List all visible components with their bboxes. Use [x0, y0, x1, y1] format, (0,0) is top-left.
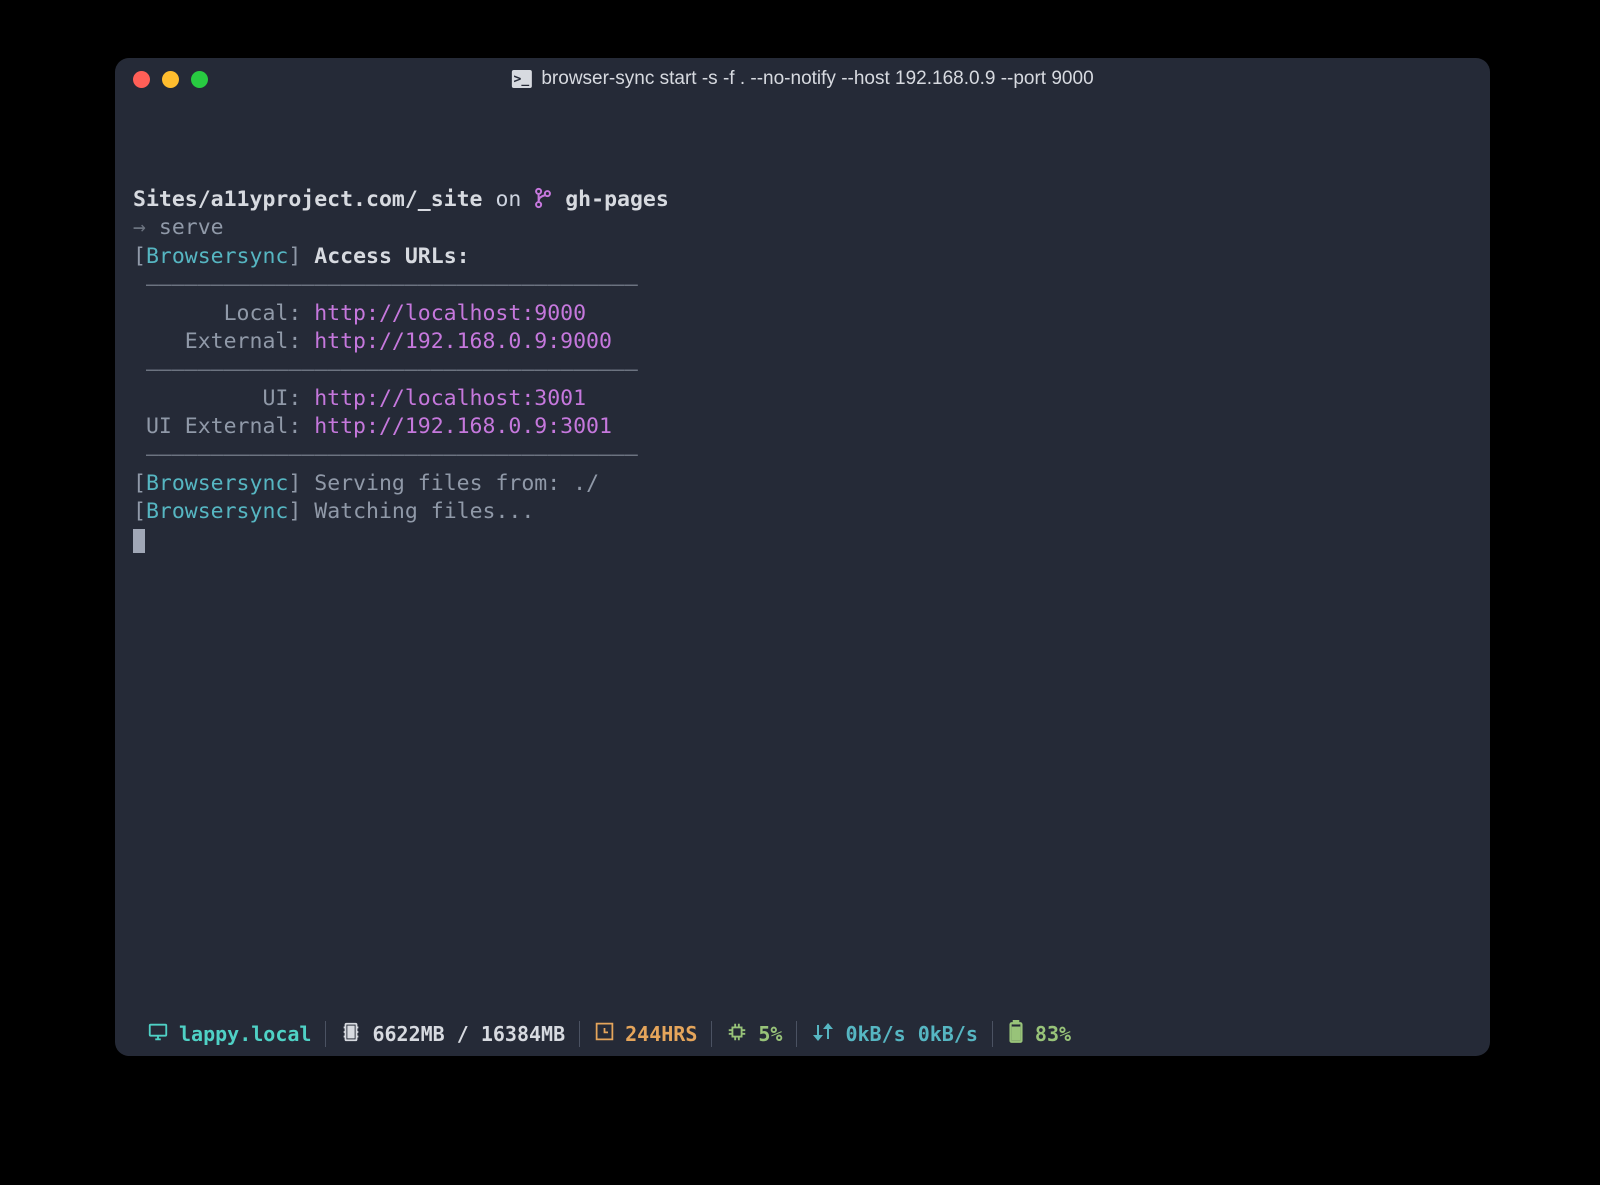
divider: ––––––––––––––––––––––––––––––––––––––: [133, 442, 638, 467]
divider: ––––––––––––––––––––––––––––––––––––––: [133, 272, 638, 297]
bracket: ]: [288, 499, 301, 524]
close-button[interactable]: [133, 71, 150, 88]
status-cpu-segment: 5%: [712, 1021, 796, 1048]
prompt-path: Sites/a11yproject.com/_site: [133, 187, 483, 212]
access-urls-heading: Access URLs:: [314, 244, 469, 269]
bracket: ]: [288, 471, 301, 496]
status-battery-segment: 83%: [993, 1020, 1085, 1049]
browsersync-label: Browsersync: [146, 471, 288, 496]
status-cpu: 5%: [758, 1022, 782, 1046]
battery-icon: [1007, 1020, 1025, 1049]
divider: ––––––––––––––––––––––––––––––––––––––: [133, 357, 638, 382]
terminal-window: >_ browser-sync start -s -f . --no-notif…: [115, 58, 1490, 1056]
cursor: [133, 529, 145, 553]
window-title-text: browser-sync start -s -f . --no-notify -…: [541, 68, 1093, 90]
minimize-button[interactable]: [162, 71, 179, 88]
traffic-lights: [133, 71, 208, 88]
external-label: External:: [133, 329, 314, 354]
ui-label: UI:: [133, 386, 314, 411]
zoom-button[interactable]: [191, 71, 208, 88]
ui-external-url: http://192.168.0.9:3001: [314, 414, 612, 439]
prompt-branch: gh-pages: [552, 187, 669, 212]
status-bar: lappy.local 6622MB / 16384MB 244HRS 5%: [115, 1012, 1490, 1056]
prompt-arrow: →: [133, 215, 159, 240]
clock-icon: [594, 1021, 615, 1047]
browsersync-label: Browsersync: [146, 244, 288, 269]
network-icon: [811, 1022, 835, 1047]
local-label: Local:: [133, 301, 314, 326]
terminal-icon: >_: [511, 70, 531, 88]
ui-url: http://localhost:3001: [314, 386, 586, 411]
status-battery: 83%: [1035, 1022, 1071, 1046]
status-host-segment: lappy.local: [133, 1021, 325, 1048]
serving-line: Serving files from: ./: [314, 471, 599, 496]
bracket: ]: [288, 244, 301, 269]
cpu-icon: [726, 1021, 748, 1048]
status-network: 0kB/s 0kB/s: [845, 1022, 977, 1046]
titlebar: >_ browser-sync start -s -f . --no-notif…: [115, 58, 1490, 100]
status-network-segment: 0kB/s 0kB/s: [797, 1022, 991, 1047]
terminal-output[interactable]: Sites/a11yproject.com/_site on gh-pages …: [115, 100, 1490, 1012]
window-title: >_ browser-sync start -s -f . --no-notif…: [511, 68, 1093, 90]
external-url: http://192.168.0.9:9000: [314, 329, 612, 354]
git-branch-icon: [534, 187, 552, 212]
status-host: lappy.local: [179, 1022, 311, 1046]
memory-icon: [340, 1021, 362, 1048]
command-text: serve: [159, 215, 224, 240]
host-icon: [147, 1021, 169, 1048]
browsersync-label: Browsersync: [146, 499, 288, 524]
status-memory-segment: 6622MB / 16384MB: [326, 1021, 579, 1048]
prompt-on: on: [483, 187, 535, 212]
bracket: [: [133, 499, 146, 524]
status-hours: 244HRS: [625, 1022, 697, 1046]
local-url: http://localhost:9000: [314, 301, 586, 326]
bracket: [: [133, 471, 146, 496]
ui-external-label: UI External:: [133, 414, 314, 439]
status-hours-segment: 244HRS: [580, 1021, 711, 1047]
status-memory: 6622MB / 16384MB: [372, 1022, 565, 1046]
bracket: [: [133, 244, 146, 269]
watching-line: Watching files...: [314, 499, 534, 524]
